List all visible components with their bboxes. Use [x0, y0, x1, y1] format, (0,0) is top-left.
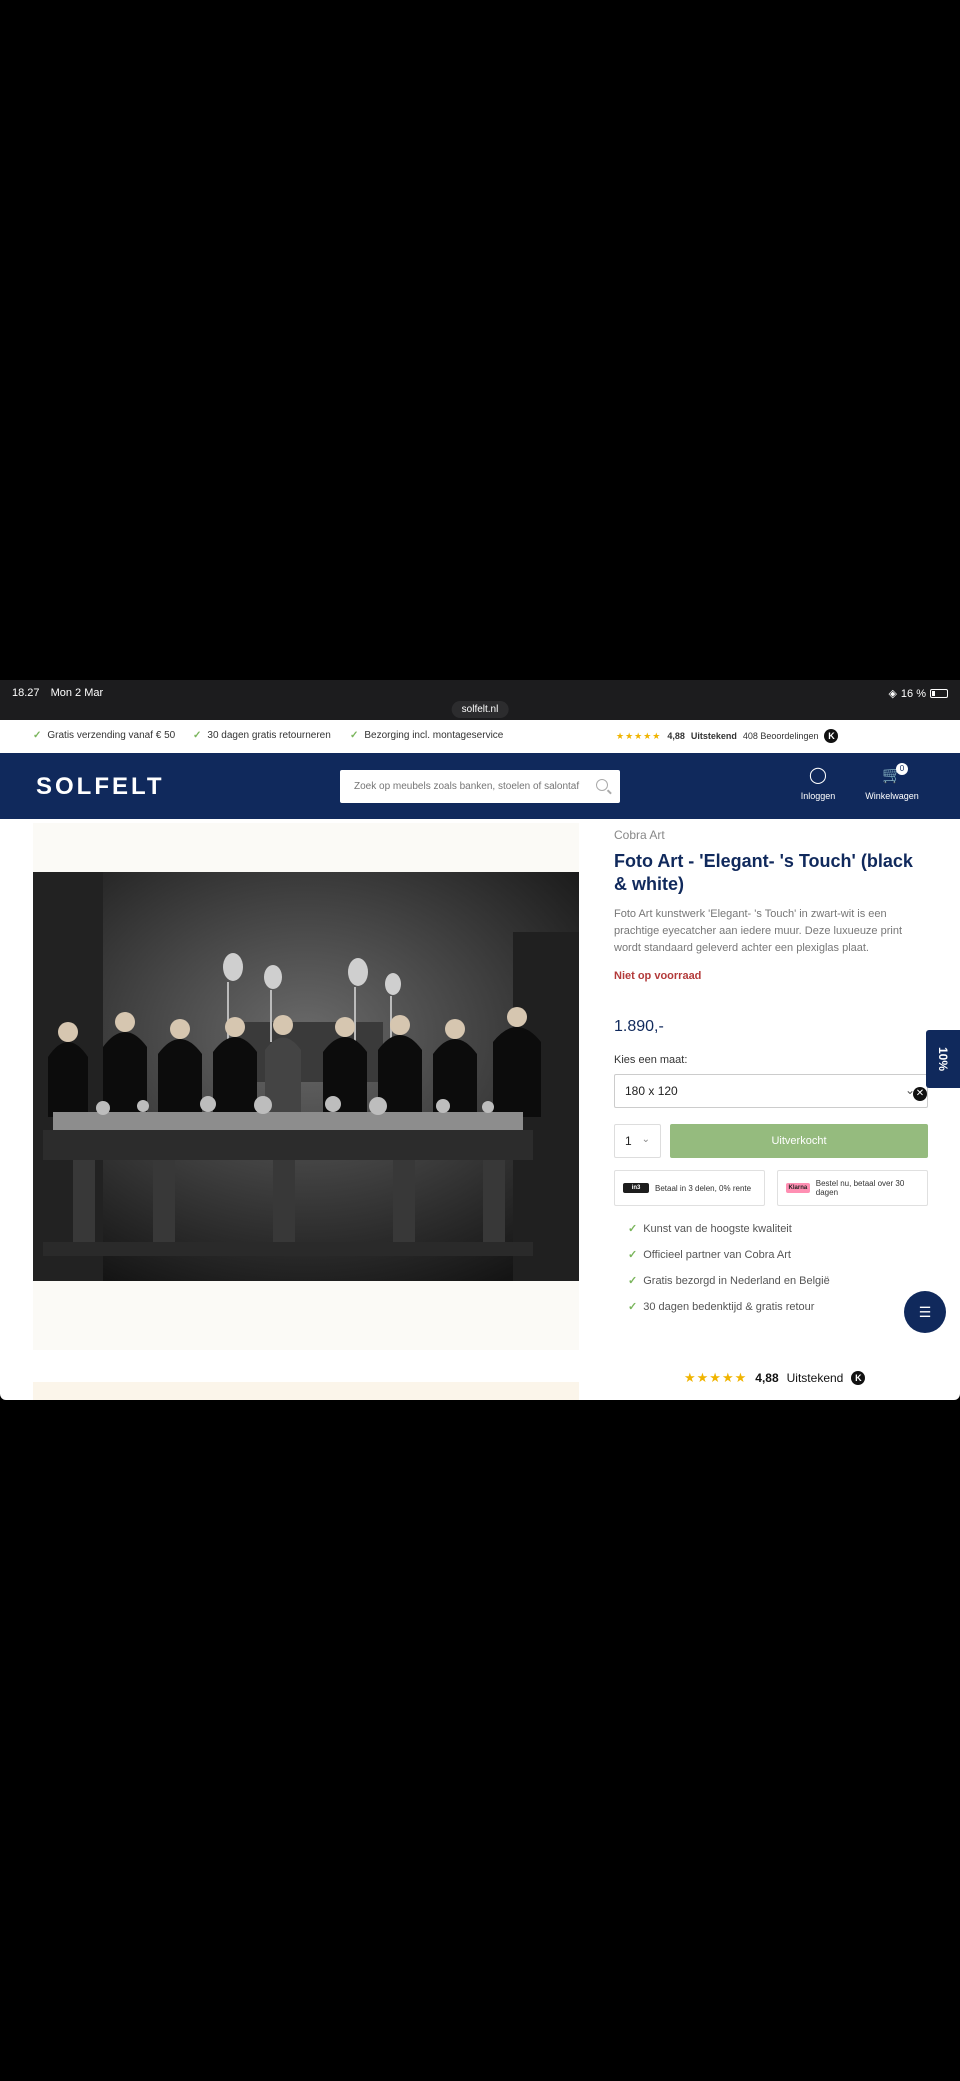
size-label: Kies een maat:	[614, 1054, 688, 1066]
close-icon[interactable]: ✕	[913, 1087, 927, 1101]
kiyoh-icon: K	[851, 1371, 866, 1385]
discount-tab[interactable]: 10%	[926, 1030, 960, 1088]
site-logo[interactable]: SOLFELT	[36, 773, 165, 801]
chat-icon: ☰	[918, 1304, 932, 1320]
cart-label: Winkelwagen	[865, 791, 919, 801]
star-rating-icon: ★★★★★	[684, 1370, 748, 1385]
check-icon: ✓	[628, 1301, 638, 1313]
battery-percent: 16 %	[900, 687, 926, 700]
product-photo-artwork	[33, 872, 579, 1281]
in3-label: Betaal in 3 delen, 0% rente	[655, 1183, 752, 1193]
check-icon: ✓	[628, 1275, 638, 1287]
check-icon: ✓	[628, 1249, 638, 1261]
usp-returns: ✓ 30 dagen gratis retourneren	[193, 730, 331, 741]
rating-label: Uitstekend	[786, 1371, 844, 1385]
rating-label: Uitstekend	[690, 731, 737, 741]
battery-icon	[930, 689, 948, 698]
size-select[interactable]: 180 x 120 ⌄	[614, 1074, 928, 1108]
bottom-review-summary[interactable]: ★★★★★ 4,88 Uitstekend K	[684, 1370, 866, 1386]
quantity-select[interactable]: 1 ⌄	[614, 1124, 661, 1158]
in3-payment-option[interactable]: in3 Betaal in 3 delen, 0% rente	[614, 1170, 765, 1206]
check-icon: ✓	[350, 730, 359, 741]
browser-screen: 18.27 Mon 2 Mar ◈ 16 % solfelt.nl ✓ Grati…	[0, 680, 960, 1400]
buy-row: 1 ⌄ Uitverkocht	[614, 1124, 928, 1158]
rating-score: 4,88	[755, 1371, 779, 1385]
ios-status-bar: 18.27 Mon 2 Mar ◈ 16 % solfelt.nl	[0, 680, 960, 720]
product-image-panel[interactable]	[33, 823, 579, 1350]
star-rating-icon: ★★★★★	[616, 730, 662, 741]
product-description: Foto Art kunstwerk 'Elegant- 's Touch' i…	[614, 908, 903, 954]
payment-options: in3 Betaal in 3 delen, 0% rente Klarna B…	[614, 1170, 928, 1206]
cart-button[interactable]: 🛒 0 Winkelwagen	[862, 763, 922, 801]
status-date: Mon 2 Mar	[50, 687, 104, 699]
site-header: SOLFELT ◯ Inloggen 🛒 0 Winkelwagen	[0, 753, 960, 819]
chat-button[interactable]: ☰	[904, 1291, 946, 1333]
usp-bar: ✓ Gratis verzending vanaf € 50 ✓ 30 dagen …	[0, 720, 960, 753]
login-button[interactable]: ◯ Inloggen	[788, 767, 848, 801]
in3-logo-icon: in3	[623, 1183, 649, 1193]
review-summary[interactable]: ★★★★★ 4,88 Uitstekend 408 Beoordelingen …	[616, 729, 839, 743]
search-bar	[340, 770, 620, 803]
usp-free-shipping: ✓ Gratis verzending vanaf € 50	[33, 730, 176, 741]
user-icon: ◯	[809, 767, 827, 784]
product-info: Cobra Art Foto Art - 'Elegant- 's Touch'…	[614, 823, 928, 1326]
product-photo[interactable]	[33, 872, 579, 1281]
address-bar[interactable]: solfelt.nl	[451, 701, 509, 718]
list-item: ✓ Kunst van de hoogste kwaliteit	[628, 1223, 792, 1235]
list-item: ✓ Gratis bezorgd in Nederland en België	[628, 1275, 830, 1287]
rating-count: 408 Beoordelingen	[742, 731, 819, 741]
usp-delivery: ✓ Bezorging incl. montageservice	[350, 730, 504, 741]
klarna-logo-icon: Klarna	[786, 1183, 810, 1193]
cart-count-badge: 0	[896, 763, 908, 775]
search-input[interactable]	[340, 770, 580, 803]
check-icon: ✓	[33, 730, 42, 741]
wifi-icon: ◈	[888, 688, 897, 700]
stock-status: Niet op voorraad	[614, 970, 702, 982]
chevron-down-icon: ⌄	[641, 1134, 650, 1145]
product-price: 1.890,-	[614, 1018, 664, 1035]
status-time: 18.27	[12, 687, 40, 699]
login-label: Inloggen	[800, 791, 836, 801]
list-item: ✓ 30 dagen bedenktijd & gratis retour	[628, 1301, 815, 1313]
klarna-payment-option[interactable]: Klarna Bestel nu, betaal over 30 dagen	[777, 1170, 928, 1206]
product-brand[interactable]: Cobra Art	[614, 828, 928, 842]
klarna-label: Bestel nu, betaal over 30 dagen	[815, 1179, 905, 1197]
size-value: 180 x 120	[625, 1084, 678, 1098]
product-usps: ✓ Kunst van de hoogste kwaliteit ✓ Officie…	[628, 1222, 928, 1313]
list-item: ✓ Officieel partner van Cobra Art	[628, 1249, 791, 1261]
check-icon: ✓	[193, 730, 202, 741]
product-title: Foto Art - 'Elegant- 's Touch' (black & …	[614, 851, 913, 894]
quantity-value: 1	[625, 1134, 632, 1148]
secondary-image-panel	[33, 1382, 579, 1400]
sold-out-button[interactable]: Uitverkocht	[670, 1124, 928, 1158]
search-icon[interactable]	[596, 779, 608, 791]
rating-score: 4,88	[667, 731, 685, 741]
check-icon: ✓	[628, 1223, 638, 1235]
cart-icon: 🛒	[882, 767, 902, 784]
kiyoh-icon: K	[824, 729, 839, 743]
